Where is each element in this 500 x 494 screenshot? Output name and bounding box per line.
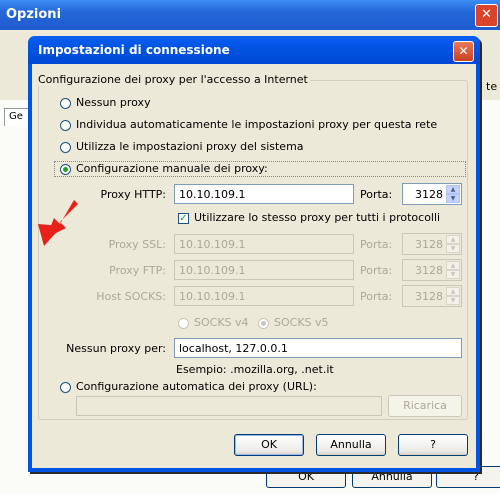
connection-settings-dialog: Impostazioni di connessione ✕ Configuraz… [28, 36, 480, 472]
ftp-port-value: 3128 [415, 264, 443, 277]
options-close-icon[interactable]: ✕ [475, 4, 498, 27]
ssl-proxy-input[interactable]: 10.10.109.1 [174, 234, 354, 254]
same-proxy-checkbox[interactable]: ✓ Utilizzare lo stesso proxy per tutti i … [178, 211, 440, 224]
http-proxy-input[interactable]: 10.10.109.1 [174, 184, 354, 204]
spin-up-icon[interactable]: ▲ [446, 287, 460, 296]
dialog-body: Configurazione dei proxy per l'accesso a… [32, 64, 476, 468]
socks-port-spin[interactable]: ▲ ▼ [446, 287, 460, 305]
same-proxy-label: Utilizzare lo stesso proxy per tutti i p… [194, 211, 441, 224]
socks-host-label: Host SOCKS: [96, 290, 166, 303]
radio-no-proxy-label: Nessun proxy [76, 96, 151, 109]
radio-manual-icon[interactable] [60, 163, 71, 175]
socks-host-input[interactable]: 10.10.109.1 [174, 286, 354, 306]
radio-socks-v5-label: SOCKS v5 [274, 316, 329, 329]
checkmark-icon[interactable]: ✓ [178, 212, 189, 224]
radio-auto-config-label: Configurazione automatica dei proxy (URL… [76, 380, 317, 393]
radio-manual[interactable]: Configurazione manuale dei proxy: [60, 162, 268, 175]
spin-down-icon[interactable]: ▼ [446, 194, 460, 203]
socks-port-label: Porta: [360, 290, 393, 303]
proxy-config-group-label: Configurazione dei proxy per l'accesso a… [36, 73, 310, 86]
http-port-label: Porta: [360, 188, 393, 201]
radio-auto-detect-icon[interactable] [60, 119, 71, 131]
options-side-text: te [486, 80, 498, 93]
spin-up-icon[interactable]: ▲ [446, 185, 460, 194]
radio-auto-config-icon[interactable] [60, 381, 71, 393]
socks-port-value: 3128 [415, 290, 443, 303]
radio-socks-v4-icon[interactable] [178, 317, 189, 329]
spin-down-icon[interactable]: ▼ [446, 244, 460, 253]
ftp-port-label: Porta: [360, 264, 393, 277]
ok-button[interactable]: OK [234, 434, 304, 456]
ftp-port-spin[interactable]: ▲ ▼ [446, 261, 460, 279]
ssl-port-label: Porta: [360, 238, 393, 251]
radio-auto-detect[interactable]: Individua automaticamente le impostazion… [60, 118, 437, 131]
ftp-port-stepper[interactable]: 3128 ▲ ▼ [402, 259, 462, 281]
dialog-close-icon[interactable]: ✕ [453, 41, 474, 62]
ssl-port-stepper[interactable]: 3128 ▲ ▼ [402, 233, 462, 255]
radio-manual-label: Configurazione manuale dei proxy: [76, 162, 268, 175]
http-port-spin[interactable]: ▲ ▼ [446, 185, 460, 203]
spin-down-icon[interactable]: ▼ [446, 296, 460, 305]
ssl-proxy-label: Proxy SSL: [108, 238, 166, 251]
radio-no-proxy[interactable]: Nessun proxy [60, 96, 151, 109]
red-arrow-annotation [38, 200, 78, 246]
spin-down-icon[interactable]: ▼ [446, 270, 460, 279]
radio-socks-v5-icon[interactable] [258, 317, 269, 329]
cancel-button[interactable]: Annulla [316, 434, 386, 456]
arrow-head-icon [38, 224, 62, 246]
radio-auto-detect-label: Individua automaticamente le impostazion… [76, 118, 438, 131]
auto-config-url-input[interactable] [76, 396, 382, 416]
dialog-title-bar[interactable]: Impostazioni di connessione ✕ [28, 36, 480, 64]
options-window-title: Opzioni [6, 7, 62, 22]
dialog-title: Impostazioni di connessione [38, 43, 230, 57]
radio-socks-v5[interactable]: SOCKS v5 [258, 316, 329, 329]
radio-system-label: Utilizza le impostazioni proxy del siste… [76, 140, 304, 153]
radio-system[interactable]: Utilizza le impostazioni proxy del siste… [60, 140, 304, 153]
spin-up-icon[interactable]: ▲ [446, 261, 460, 270]
ftp-proxy-label: Proxy FTP: [109, 264, 166, 277]
spin-up-icon[interactable]: ▲ [446, 235, 460, 244]
no-proxy-for-input[interactable]: localhost, 127.0.0.1 [174, 338, 462, 358]
http-port-stepper[interactable]: 3128 ▲ ▼ [402, 183, 462, 205]
radio-no-proxy-icon[interactable] [60, 97, 71, 109]
ssl-port-spin[interactable]: ▲ ▼ [446, 235, 460, 253]
options-title-bar[interactable]: Opzioni ✕ [0, 0, 500, 30]
reload-button[interactable]: Ricarica [388, 395, 462, 417]
socks-port-stepper[interactable]: 3128 ▲ ▼ [402, 285, 462, 307]
ftp-proxy-input[interactable]: 10.10.109.1 [174, 260, 354, 280]
no-proxy-for-label: Nessun proxy per: [66, 342, 166, 355]
radio-system-icon[interactable] [60, 141, 71, 153]
help-button[interactable]: ? [398, 434, 468, 456]
radio-auto-config[interactable]: Configurazione automatica dei proxy (URL… [60, 380, 317, 393]
http-port-value: 3128 [415, 188, 443, 201]
radio-socks-v4-label: SOCKS v4 [194, 316, 249, 329]
http-proxy-label: Proxy HTTP: [100, 188, 166, 201]
ssl-port-value: 3128 [415, 238, 443, 251]
no-proxy-example: Esempio: .mozilla.org, .net.it [176, 363, 334, 376]
radio-socks-v4[interactable]: SOCKS v4 [178, 316, 249, 329]
